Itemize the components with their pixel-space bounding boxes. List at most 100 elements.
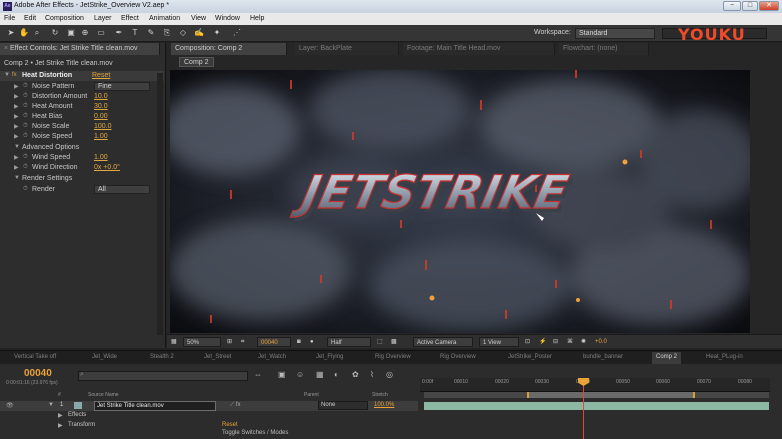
puppet-pin-tool-icon[interactable]: ✦ xyxy=(212,28,222,38)
stopwatch-icon[interactable]: ⏱ xyxy=(23,133,28,140)
motion-blur-icon[interactable]: ◐ xyxy=(334,370,339,379)
exposure-value[interactable]: +0.0 xyxy=(595,337,607,347)
tab-timeline[interactable]: Jet_Wide xyxy=(92,354,117,360)
mask-tool-icon[interactable]: ▭ xyxy=(96,28,106,38)
property-value[interactable]: 0x +0.0° xyxy=(94,164,120,171)
graph-editor-icon[interactable]: ⌇ xyxy=(370,370,374,379)
tab-footage[interactable]: Footage: Main Title Head.mov xyxy=(403,43,555,55)
tab-timeline[interactable]: Rig Overview xyxy=(440,354,476,360)
tab-timeline[interactable]: Rig Overview xyxy=(375,354,411,360)
stopwatch-icon[interactable]: ⏱ xyxy=(23,113,28,120)
expand-arrow-icon[interactable]: ▶ xyxy=(14,154,19,161)
tab-timeline[interactable]: bundle_banner xyxy=(583,354,623,360)
frame-blending-icon[interactable]: ▦ xyxy=(316,370,324,379)
menu-window[interactable]: Window xyxy=(215,15,240,22)
stopwatch-icon[interactable]: ⏱ xyxy=(23,103,28,110)
layer-duration-bar[interactable] xyxy=(424,402,769,410)
property-group-row[interactable]: ▼ Advanced Options xyxy=(0,143,164,153)
property-dropdown[interactable]: All xyxy=(94,185,150,194)
menu-composition[interactable]: Composition xyxy=(45,15,84,22)
tab-timeline[interactable]: Stealth 2 xyxy=(150,354,174,360)
rotation-tool-icon[interactable]: ↻ xyxy=(50,28,60,38)
clone-stamp-tool-icon[interactable]: ⎘ xyxy=(162,28,172,38)
transform-subrow[interactable]: ▶ Transform Reset xyxy=(0,422,418,431)
property-value[interactable]: 1.00 xyxy=(94,154,108,161)
menu-view[interactable]: View xyxy=(191,15,206,22)
stretch-value[interactable]: 100.0% xyxy=(374,402,394,408)
tab-effect-controls[interactable]: × Effect Controls: Jet Strike Title clea… xyxy=(0,43,160,55)
current-time-display[interactable]: 00040 xyxy=(257,337,291,347)
stopwatch-icon[interactable]: ⏱ xyxy=(23,83,28,90)
composition-viewer[interactable]: JETSTRIKE JETSTRIKE xyxy=(170,70,750,333)
selection-tool-icon[interactable]: ➤ xyxy=(6,28,16,38)
tab-layer[interactable]: Layer: BackPlate xyxy=(295,43,399,55)
property-group-row[interactable]: ▼ Render Settings xyxy=(0,174,164,184)
expand-arrow-icon[interactable]: ▶ xyxy=(14,123,19,130)
transform-reset-link[interactable]: Reset xyxy=(222,422,238,428)
effect-panel-scrollbar[interactable] xyxy=(157,73,163,335)
property-dropdown[interactable]: Fine xyxy=(94,82,150,91)
expand-arrow-icon[interactable]: ▶ xyxy=(58,412,63,419)
column-header-stretch[interactable]: Stretch xyxy=(372,392,388,398)
fast-previews-icon[interactable]: ⚡ xyxy=(539,337,546,347)
tab-timeline[interactable]: Vertical Take off xyxy=(14,354,56,360)
stopwatch-icon[interactable]: ⏱ xyxy=(23,93,28,100)
workspace-select[interactable]: Standard xyxy=(575,28,655,39)
close-button[interactable]: ✕ xyxy=(759,1,779,11)
close-tab-icon[interactable]: × xyxy=(4,45,8,52)
mask-visibility-icon[interactable]: ⌗ xyxy=(241,337,244,347)
property-value[interactable]: 0.00 xyxy=(94,113,108,120)
column-header-source-name[interactable]: Source Name xyxy=(88,392,119,398)
camera-tool-icon[interactable]: ▣ xyxy=(66,28,76,38)
stopwatch-icon[interactable]: ⏱ xyxy=(23,123,28,130)
property-value[interactable]: 30.0 xyxy=(94,103,108,110)
expand-arrow-icon[interactable]: ▼ xyxy=(4,72,10,78)
resolution-select[interactable]: Half xyxy=(327,337,371,347)
expand-arrow-icon[interactable]: ▼ xyxy=(14,144,20,150)
expand-arrow-icon[interactable]: ▼ xyxy=(14,175,20,181)
expand-arrow-icon[interactable]: ▶ xyxy=(14,93,19,100)
camera-select[interactable]: Active Camera xyxy=(413,337,473,347)
tab-composition[interactable]: Composition: Comp 2 xyxy=(171,43,287,55)
pen-tool-icon[interactable]: ✒ xyxy=(114,28,124,38)
brush-tool-icon[interactable]: ✎ xyxy=(146,28,156,38)
menu-layer[interactable]: Layer xyxy=(94,15,112,22)
safe-margins-icon[interactable]: ⊞ xyxy=(227,337,232,347)
tab-timeline[interactable]: JetStrike_Poster xyxy=(508,354,552,360)
timeline-current-time[interactable]: 00040 xyxy=(24,368,52,379)
menu-file[interactable]: File xyxy=(4,15,15,22)
always-preview-icon[interactable]: ▦ xyxy=(171,337,177,347)
transparency-grid-icon[interactable]: ▩ xyxy=(391,337,397,347)
tab-flowchart[interactable]: Flowchart: (none) xyxy=(559,43,649,55)
layer-row[interactable]: 👁 ▼ 1 Jet Strike Title clean.mov ⟋ fx No… xyxy=(0,401,418,411)
column-header-parent[interactable]: Parent xyxy=(304,392,319,398)
layer-name[interactable]: Jet Strike Title clean.mov xyxy=(94,401,216,411)
region-of-interest-icon[interactable]: ⬚ xyxy=(377,337,383,347)
stopwatch-icon[interactable]: ⏱ xyxy=(23,154,28,161)
tab-timeline[interactable]: Jet_Watch xyxy=(258,354,286,360)
menu-help[interactable]: Help xyxy=(250,15,264,22)
video-visibility-icon[interactable]: 👁 xyxy=(6,402,14,409)
time-ruler[interactable]: 0:00f 00010 00020 00030 00040 00050 0006… xyxy=(420,378,770,392)
snapshot-camera-icon[interactable]: ◙ xyxy=(297,337,301,347)
layer-switches-icon[interactable]: ⟋ fx xyxy=(230,402,241,409)
expand-arrow-icon[interactable]: ▶ xyxy=(58,422,63,429)
stopwatch-icon[interactable]: ⏱ xyxy=(23,186,28,193)
property-value[interactable]: 100.0 xyxy=(94,123,112,130)
text-tool-icon[interactable]: T xyxy=(130,28,140,38)
property-value[interactable]: 10.0 xyxy=(94,93,108,100)
toggle-switches-modes-button[interactable]: Toggle Switches / Modes xyxy=(222,430,288,436)
axis-mode-icon[interactable]: ⋰ xyxy=(232,28,242,38)
comp-mini-flowchart-icon[interactable]: ⇔ xyxy=(254,370,262,379)
exposure-icon[interactable]: ✺ xyxy=(581,337,586,347)
show-channel-icon[interactable]: ● xyxy=(310,337,314,347)
timeline-search-input[interactable] xyxy=(78,371,248,381)
expand-arrow-icon[interactable]: ▶ xyxy=(14,83,19,90)
menu-edit[interactable]: Edit xyxy=(24,15,36,22)
tab-timeline[interactable]: Jet_Flying xyxy=(316,354,343,360)
minimize-button[interactable]: − xyxy=(723,1,741,11)
eraser-tool-icon[interactable]: ◇ xyxy=(178,28,188,38)
effects-subrow[interactable]: ▶ Effects xyxy=(0,412,418,421)
parent-select[interactable]: None xyxy=(318,401,368,410)
stopwatch-icon[interactable]: ⏱ xyxy=(23,164,28,171)
